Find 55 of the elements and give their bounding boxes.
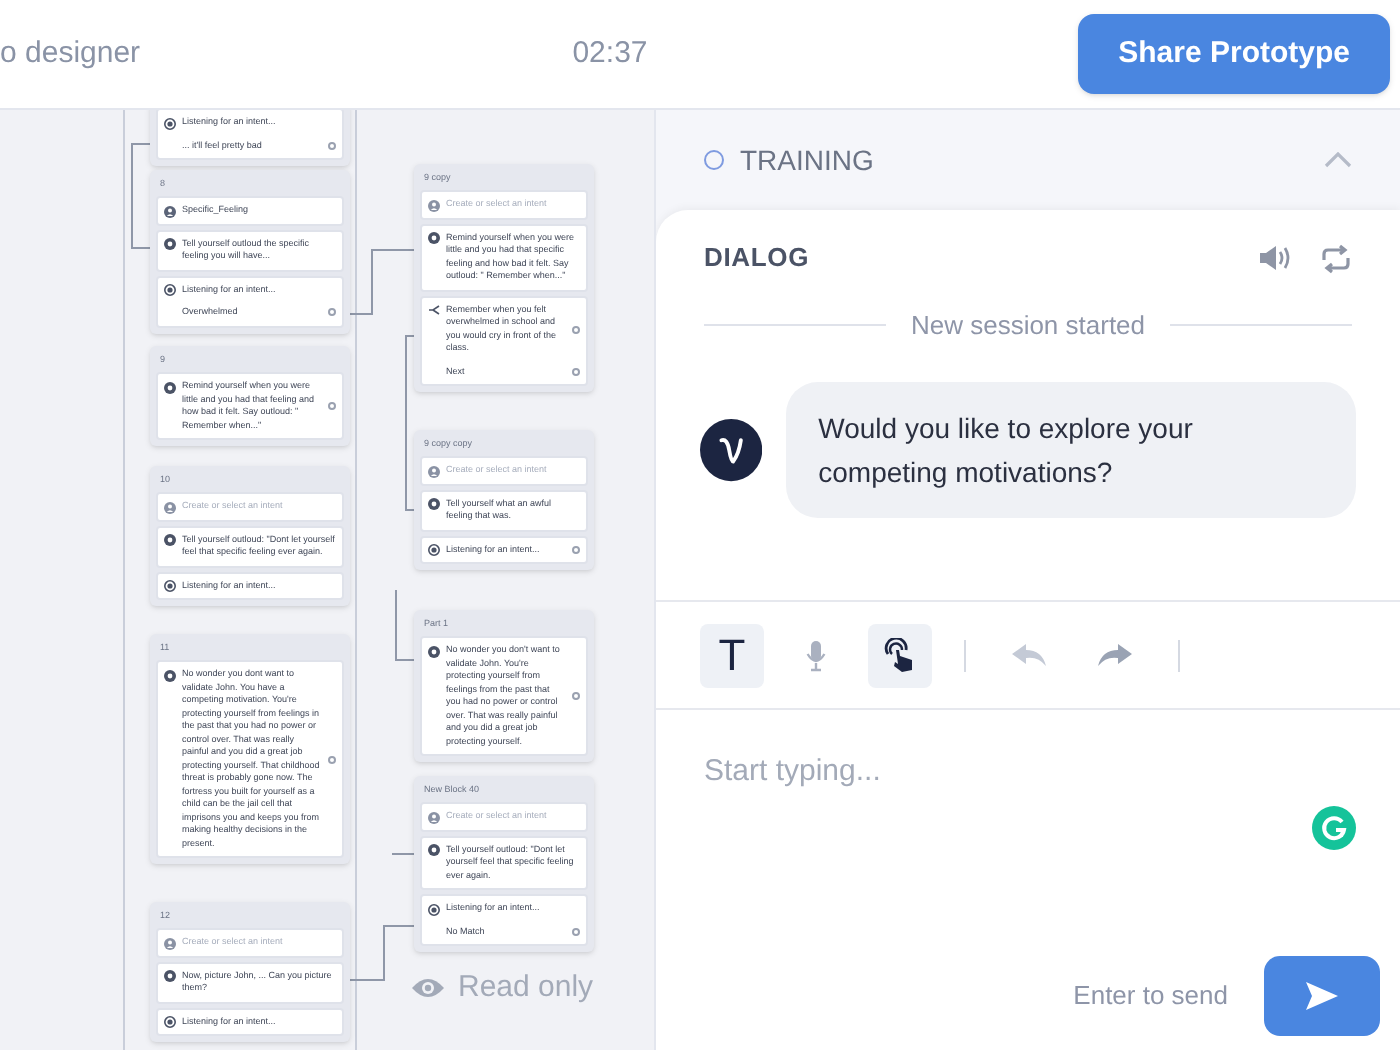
person-icon	[428, 465, 440, 477]
send-button[interactable]	[1264, 956, 1380, 1036]
port-icon[interactable]	[328, 141, 336, 150]
radio-dot-icon	[164, 580, 176, 592]
dialog-title: DIALOG	[704, 240, 810, 277]
training-label: TRAINING	[740, 141, 874, 179]
training-header[interactable]: TRAINING	[656, 110, 1400, 210]
hand-tap-icon	[882, 637, 918, 673]
read-only-label: Read only	[458, 968, 594, 1008]
port-icon[interactable]	[572, 545, 580, 554]
undo-icon	[1012, 643, 1048, 667]
grammar-assistant-icon[interactable]	[1312, 806, 1356, 850]
port-icon[interactable]	[572, 325, 580, 333]
send-hint: Enter to send	[1073, 978, 1228, 1015]
text-mode-button[interactable]: T	[700, 623, 764, 687]
person-icon	[164, 501, 176, 513]
person-icon	[164, 937, 176, 949]
radio-dot-icon	[164, 284, 176, 296]
touch-mode-button[interactable]	[868, 623, 932, 687]
port-icon[interactable]	[572, 927, 580, 936]
eye-icon	[410, 976, 446, 1001]
radio-dot-icon	[164, 1016, 176, 1028]
flow-block[interactable]	[414, 610, 594, 762]
speaker-icon[interactable]	[1258, 244, 1292, 272]
connector-line	[395, 589, 417, 661]
flow-block[interactable]	[150, 634, 350, 864]
step-card[interactable]	[156, 660, 344, 858]
share-prototype-button[interactable]: Share Prototype	[1078, 14, 1390, 94]
radio-dot-icon	[428, 544, 440, 556]
bot-avatar-icon	[700, 417, 763, 481]
person-icon	[428, 811, 440, 823]
person-icon	[164, 205, 176, 217]
port-icon[interactable]	[572, 692, 580, 700]
message-input-field[interactable]: Start typing...	[704, 750, 1352, 795]
app-title: o designer	[0, 33, 143, 74]
connector-line	[131, 143, 151, 249]
port-icon[interactable]	[328, 402, 336, 410]
session-divider-label: New session started	[910, 308, 1146, 344]
redo-icon	[1096, 643, 1132, 667]
bot-message-bubble: Would you like to explore your competing motivations?	[786, 381, 1356, 517]
step-card[interactable]	[420, 636, 588, 756]
flow-block[interactable]	[414, 164, 594, 392]
port-icon[interactable]	[328, 308, 336, 317]
status-ring-icon	[704, 150, 724, 170]
person-icon	[428, 199, 440, 211]
microphone-icon	[806, 639, 826, 671]
port-icon[interactable]	[328, 755, 336, 763]
port-icon[interactable]	[572, 367, 580, 376]
radio-dot-icon	[428, 903, 440, 915]
connector-line	[391, 853, 417, 855]
send-icon	[1306, 982, 1338, 1010]
refresh-icon[interactable]	[1320, 243, 1352, 273]
timer: 02:37	[570, 33, 650, 74]
branch-icon	[428, 304, 440, 316]
radio-dot-icon	[164, 117, 176, 129]
